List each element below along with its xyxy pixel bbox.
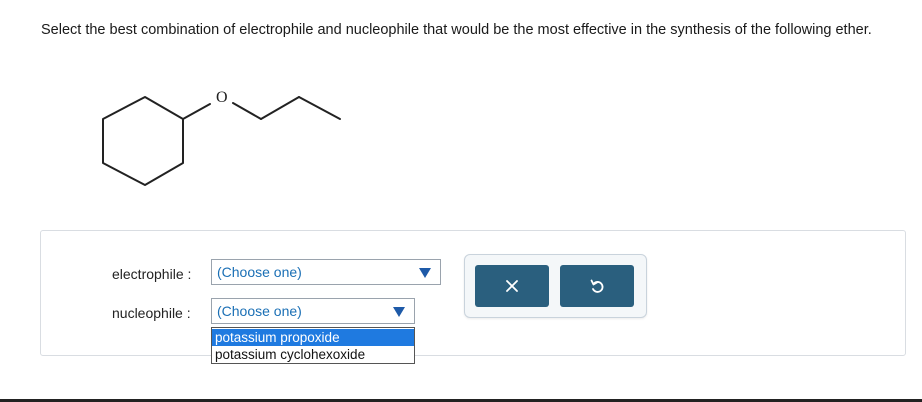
electrophile-select[interactable]: (Choose one) bbox=[211, 259, 441, 285]
nucleophile-label: nucleophile : bbox=[112, 305, 191, 321]
electrophile-label: electrophile : bbox=[112, 266, 192, 282]
electrophile-value: (Choose one) bbox=[217, 264, 302, 280]
clear-button[interactable] bbox=[475, 265, 549, 307]
action-button-group bbox=[464, 254, 647, 318]
nucleophile-select[interactable]: (Choose one) bbox=[211, 298, 415, 324]
nucleophile-value: (Choose one) bbox=[217, 303, 302, 319]
x-icon bbox=[506, 280, 518, 292]
cyclohexane-ring bbox=[102, 96, 184, 186]
ether-structure: O bbox=[102, 89, 341, 186]
chevron-down-icon bbox=[419, 268, 431, 278]
nucleophile-options-list: potassium propoxide potassium cyclohexox… bbox=[211, 327, 415, 364]
oxygen-label: O bbox=[216, 89, 228, 106]
option-potassium-propoxide[interactable]: potassium propoxide bbox=[212, 329, 414, 346]
option-potassium-cyclohexoxide[interactable]: potassium cyclohexoxide bbox=[212, 346, 414, 363]
chevron-down-icon bbox=[393, 307, 405, 317]
undo-button[interactable] bbox=[560, 265, 634, 307]
undo-icon bbox=[590, 279, 604, 293]
